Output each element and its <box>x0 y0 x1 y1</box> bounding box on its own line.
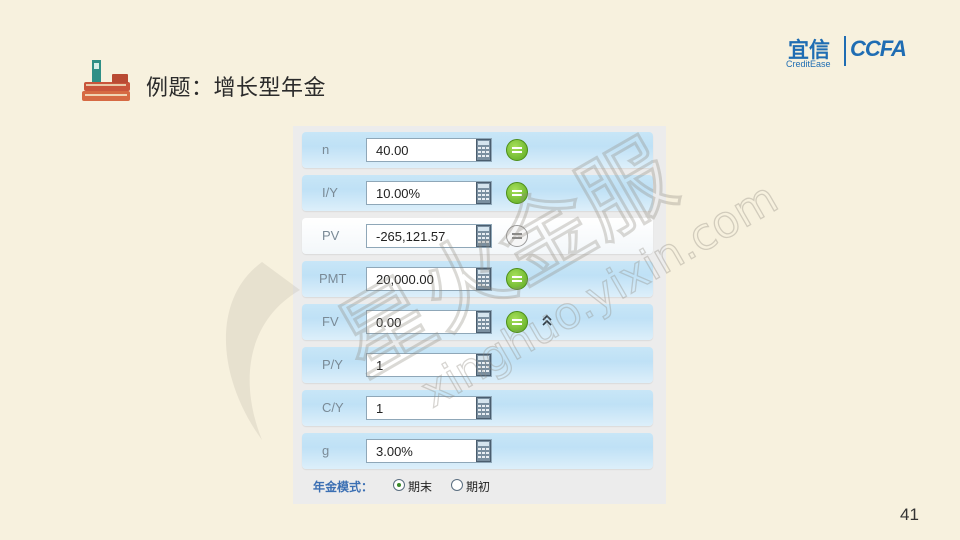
calculator-icon[interactable] <box>476 311 491 333</box>
annuity-mode-label: 年金模式： <box>313 480 374 494</box>
input-g[interactable]: 3.00% <box>366 439 492 463</box>
books-icon <box>82 60 130 101</box>
value-g: 3.00% <box>376 444 413 459</box>
row-iy: I/Y 10.00% <box>302 175 653 211</box>
calculator-icon[interactable] <box>476 182 491 204</box>
label-pv: PV <box>322 228 340 243</box>
compute-iy-button[interactable] <box>506 182 528 204</box>
input-py[interactable]: 1 <box>366 353 492 377</box>
compute-pmt-button[interactable] <box>506 268 528 290</box>
input-iy[interactable]: 10.00% <box>366 181 492 205</box>
value-py: 1 <box>376 358 384 373</box>
row-pv: PV -265,121.57 <box>302 218 653 254</box>
value-cy: 1 <box>376 401 384 416</box>
calculator-icon[interactable] <box>476 139 491 161</box>
input-pmt[interactable]: 20,000.00 <box>366 267 492 291</box>
label-g: g <box>322 443 330 458</box>
radio-beginning-of-period[interactable] <box>451 479 463 491</box>
calculator-icon[interactable] <box>476 354 491 376</box>
radio-beginning-label: 期初 <box>466 480 491 494</box>
value-fv: 0.00 <box>376 315 402 330</box>
calculator-icon[interactable] <box>476 225 491 247</box>
row-pmt: PMT 20,000.00 <box>302 261 653 297</box>
label-iy: I/Y <box>322 185 338 200</box>
compute-n-button[interactable] <box>506 139 528 161</box>
value-pmt: 20,000.00 <box>376 272 434 287</box>
row-n: n 40.00 <box>302 132 653 168</box>
radio-end-label: 期末 <box>408 480 433 494</box>
value-iy: 10.00% <box>376 186 421 201</box>
label-py: P/Y <box>322 357 343 372</box>
row-py: P/Y 1 <box>302 347 653 383</box>
logo-divider <box>844 36 846 66</box>
value-n: 40.00 <box>376 143 409 158</box>
row-cy: C/Y 1 <box>302 390 653 426</box>
label-n: n <box>322 142 330 157</box>
input-n[interactable]: 40.00 <box>366 138 492 162</box>
input-cy[interactable]: 1 <box>366 396 492 420</box>
input-fv[interactable]: 0.00 <box>366 310 492 334</box>
tvm-calculator-panel: n 40.00 I/Y 10.00% PV -265,121.57 PMT 20… <box>293 126 666 504</box>
label-cy: C/Y <box>322 400 344 415</box>
logo-ccfa: CCFA <box>850 36 907 61</box>
slide-title: 例题：增长型年金 <box>146 76 327 101</box>
label-fv: FV <box>322 314 339 329</box>
brand-logo: 宜信 CreditEase CCFA <box>784 34 934 70</box>
logo-english-name: CreditEase <box>786 59 831 69</box>
row-g: g 3.00% <box>302 433 653 469</box>
label-pmt: PMT <box>319 271 347 286</box>
annuity-mode-bar: 年金模式： 期末 期初 <box>302 470 653 496</box>
calculator-icon[interactable] <box>476 397 491 419</box>
input-pv[interactable]: -265,121.57 <box>366 224 492 248</box>
compute-pv-button[interactable] <box>506 225 528 247</box>
row-fv: FV 0.00 <box>302 304 653 340</box>
calculator-icon[interactable] <box>476 440 491 462</box>
value-pv: -265,121.57 <box>376 229 446 244</box>
double-chevron-up-icon[interactable] <box>540 312 554 328</box>
page-number: 41 <box>900 505 919 524</box>
compute-fv-button[interactable] <box>506 311 528 333</box>
calculator-icon[interactable] <box>476 268 491 290</box>
radio-end-of-period[interactable] <box>393 479 405 491</box>
